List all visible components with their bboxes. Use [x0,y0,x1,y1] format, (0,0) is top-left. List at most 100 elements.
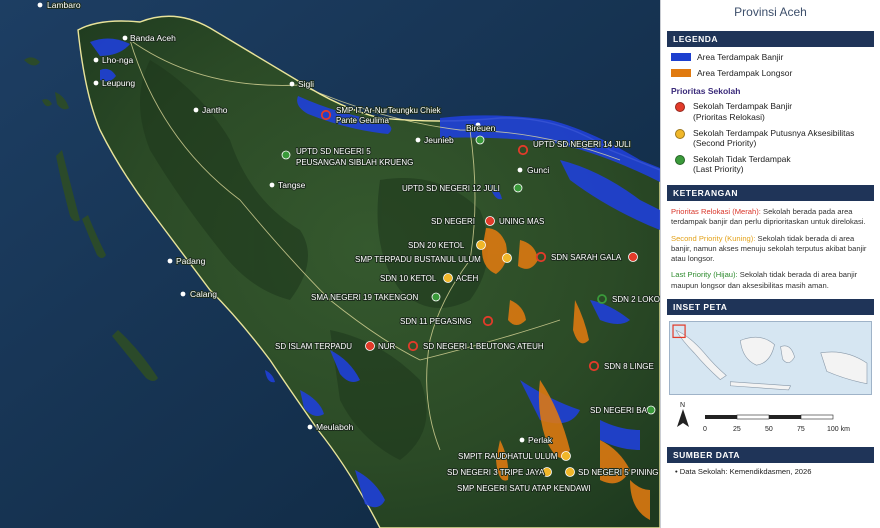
north-label: N [680,402,685,409]
scale-and-north: N 0 25 50 75 100 km [671,401,870,441]
school-marker-green[interactable] [646,405,656,415]
keterangan-yellow: Second Priority (Kuning): Sekolah tidak … [671,234,870,265]
town-jantho: Jantho [202,105,228,115]
school-label: SMP TERPADU BUSTANUL ULUM [355,255,481,264]
school-label: UNING MAS [499,217,544,226]
source-line: • Data Sekolah: Kemendikdasmen, 2026 [675,466,812,476]
town-lambaro: Lambaro [47,0,81,10]
school-label: UPTD SD NEGERI 14 JULI [533,140,631,149]
priority-header: Prioritas Sekolah [671,86,741,97]
legend-priority-green: Sekolah Tidak Terdampak (Last Priority) [671,154,870,175]
town-dot-padang [167,258,173,264]
school-marker-yellow[interactable] [443,273,453,283]
school-label: SDN 11 PEGASING [400,317,471,326]
flood-map[interactable]: Lambaro Banda Aceh Lho-nga Leupung Janth… [0,0,660,528]
town-dot-jeunieb [415,137,421,143]
school-label: NUR [378,342,396,351]
scale-tick: 100 km [827,426,850,433]
legend-priority-yellow: Sekolah Terdampak Putusnya Aksesibilitas… [671,128,870,149]
school-marker-red[interactable] [365,341,375,351]
keterangan-red-term: Prioritas Relokasi (Merah): [671,207,761,216]
legend-landslide: Area Terdampak Longsor [671,68,870,79]
school-label: SD NEGERI 3 TRIPE JAYA [447,468,545,477]
school-marker-red[interactable] [628,252,638,262]
town-perlak: Perlak [528,435,553,445]
school-marker-yellow[interactable] [502,253,512,263]
scale-segment [769,414,801,419]
school-label: UPTD SD NEGERI 12 JULI [402,184,500,193]
priority-red-line2: (Prioritas Relokasi) [693,111,765,122]
school-marker-yellow[interactable] [476,240,486,250]
green-dot-icon [675,154,685,165]
school-label: SD NEGERI [431,217,475,226]
scale-tick: 75 [797,426,805,433]
town-bireuen: Bireuen [466,123,496,133]
town-dot-lho-nga [93,57,99,63]
school-label: SD ISLAM TERPADU [275,342,352,351]
school-marker-green[interactable] [475,135,485,145]
school-label: SMP IT Ar-NurTeungku Chiek [336,106,442,115]
school-label: UPTD SD NEGERI 5 [296,147,371,156]
yellow-dot-icon [675,128,685,139]
school-label: SMA NEGERI 19 TAKENGON [311,293,419,302]
town-dot-banda-aceh [122,35,128,41]
town-calang: Calang [190,289,217,299]
priority-yellow-line1: Sekolah Terdampak Putusnya Aksesibilitas [693,127,855,138]
keterangan-header: KETERANGAN [667,185,874,201]
town-leupung: Leupung [102,78,135,88]
red-dot-icon [675,102,685,113]
town-gunci: Gunci [527,165,549,175]
town-dot-perlak [519,437,525,443]
school-label: SDN 10 KETOL [380,274,437,283]
legend-header: LEGENDA [667,31,874,47]
legend-priority-red: Sekolah Terdampak Banjir (Prioritas Relok… [671,101,870,122]
scale-tick: 25 [733,426,741,433]
town-jeunieb: Jeunieb [424,135,454,145]
keterangan-red: Prioritas Relokasi (Merah): Sekolah bera… [671,207,870,228]
inset-map-graphic [672,324,868,390]
legend-flood: Area Terdampak Banjir [671,52,870,63]
priority-red-line1: Sekolah Terdampak Banjir [693,101,793,112]
scale-segment [705,414,737,419]
school-marker-green[interactable] [513,183,523,193]
map-title: Provinsi Aceh [734,5,807,19]
school-label: ACEH [456,274,478,283]
school-label: SDN 8 LINGE [604,362,654,371]
town-padang: Padang [176,256,206,266]
school-label: SD NEGERI 5 PINING [578,468,658,477]
scale-bar: N 0 25 50 75 100 km [677,402,850,433]
town-dot-sigli [289,81,295,87]
priority-green-line2: (Last Priority) [693,164,744,175]
priority-green-line1: Sekolah Tidak Terdampak [693,153,791,164]
school-marker-red[interactable] [485,216,495,226]
flood-swatch [671,53,691,61]
school-label: SDN SARAH GALA [551,253,622,262]
school-label: SMP NEGERI SATU ATAP KENDAWI [457,484,591,493]
town-dot-meulaboh [307,424,313,430]
school-marker-yellow[interactable] [565,467,575,477]
town-dot-jantho [193,107,199,113]
legend-panel: Provinsi Aceh LEGENDA Area Terdampak Ban… [660,0,880,528]
north-arrow-icon [677,408,689,427]
town-sigli: Sigli [298,79,314,89]
keterangan-green-term: Last Priority (Hijau): [671,270,738,280]
keterangan-yellow-term: Second Priority (Kuning): [671,233,756,243]
school-label: PEUSANGAN SIBLAH KRUENG [296,158,413,167]
town-dot-calang [180,291,186,297]
school-marker-green[interactable] [281,150,291,160]
legend-landslide-label: Area Terdampak Longsor [697,67,793,78]
scale-segment [736,414,770,420]
source-header: SUMBER DATA [667,446,874,463]
school-label: SDN 2 LOKOP [612,295,660,304]
inset-header: INSET PETA [667,298,874,315]
school-label: SD NEGERI BA [590,406,648,415]
town-dot-leupung [93,80,99,86]
school-marker-yellow[interactable] [561,451,571,461]
town-dot-lambaro [37,2,43,8]
inset-map[interactable] [669,320,872,395]
scale-segment [800,414,834,420]
school-marker-green[interactable] [431,292,441,302]
town-meulaboh: Meulaboh [316,422,354,432]
scale-tick: 0 [703,426,707,433]
town-dot-gunci [517,167,523,173]
